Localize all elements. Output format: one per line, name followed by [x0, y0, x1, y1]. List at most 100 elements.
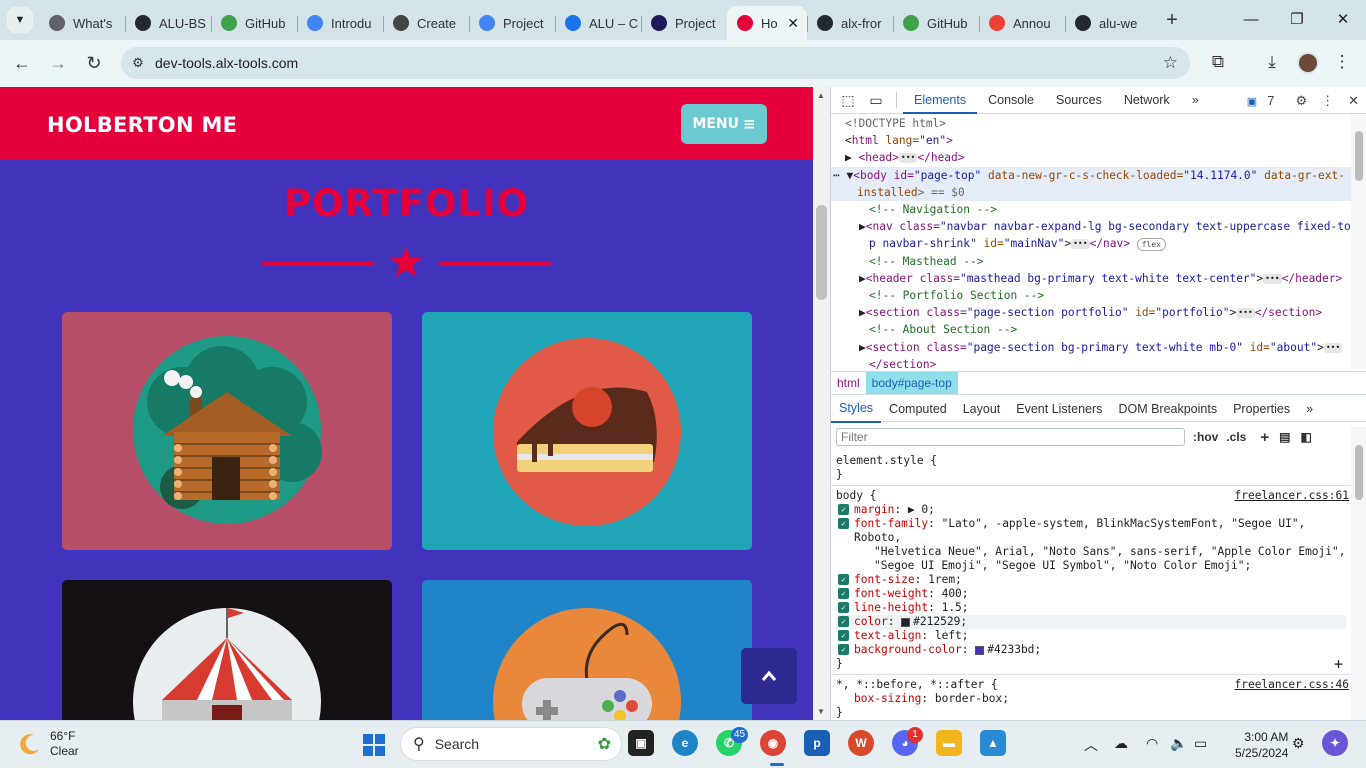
- checkbox-checked-icon[interactable]: ✓: [838, 630, 849, 641]
- body-style-rule[interactable]: body { freelancer.css:61 ✓ margin: ▶ 0; ✓ f…: [831, 486, 1351, 675]
- cls-toggle[interactable]: .cls: [1226, 430, 1246, 444]
- reload-icon[interactable]: ↻: [76, 53, 112, 74]
- css-property[interactable]: ✓ line-height: 1.5;: [836, 601, 1346, 615]
- close-tab-icon[interactable]: ✕: [787, 15, 799, 32]
- copilot-icon[interactable]: ✦: [1322, 730, 1348, 756]
- new-style-rule-icon[interactable]: +: [1260, 429, 1269, 446]
- browser-tab[interactable]: Introdu: [297, 6, 383, 40]
- browser-tab[interactable]: Project: [469, 6, 555, 40]
- portfolio-item-circus[interactable]: [62, 580, 392, 720]
- browser-tab[interactable]: alx-fror: [807, 6, 893, 40]
- devtools-tab-console[interactable]: Console: [977, 87, 1045, 114]
- expand-arrow-icon[interactable]: ▶: [859, 306, 866, 319]
- checkbox-checked-icon[interactable]: ✓: [838, 644, 849, 655]
- chrome-icon[interactable]: ◉: [760, 730, 786, 756]
- subtab-dom-breakpoints[interactable]: DOM Breakpoints: [1110, 397, 1225, 422]
- subtab-computed[interactable]: Computed: [881, 397, 955, 422]
- css-property[interactable]: box-sizing: border-box;: [836, 692, 1346, 706]
- checkbox-checked-icon[interactable]: ✓: [838, 518, 849, 529]
- photos-icon[interactable]: ▲: [980, 730, 1006, 756]
- css-property[interactable]: ✓ font-family: "Lato", -apple-system, Bli…: [836, 517, 1346, 545]
- dom-node[interactable]: <!-- Navigation -->: [831, 201, 1351, 218]
- subtab-event-listeners[interactable]: Event Listeners: [1008, 397, 1110, 422]
- settings-gear-icon[interactable]: ⚙: [1295, 93, 1307, 109]
- subtab-styles[interactable]: Styles: [831, 396, 882, 423]
- devtools-menu-icon[interactable]: ⋮: [1321, 93, 1334, 109]
- issues-counter[interactable]: ▣ 7: [1247, 93, 1282, 108]
- browser-tab[interactable]: GitHub: [211, 6, 297, 40]
- tab-search-button[interactable]: ▼: [7, 7, 33, 33]
- profile-avatar[interactable]: [1297, 52, 1319, 74]
- css-property[interactable]: ✓ font-size: 1rem;: [836, 573, 1346, 587]
- universal-style-rule[interactable]: *, *::before, *::after { freelancer.css:…: [831, 675, 1351, 720]
- sidebar-toggle-icon[interactable]: ◧: [1300, 430, 1311, 444]
- css-property[interactable]: "Segoe UI Emoji", "Segoe UI Symbol", "No…: [836, 559, 1346, 573]
- dom-scrollbar[interactable]: [1351, 115, 1366, 369]
- styles-scrollbar-thumb[interactable]: [1355, 445, 1363, 500]
- show-hidden-icons-icon[interactable]: ︿: [1084, 735, 1098, 755]
- forward-icon[interactable]: →: [40, 53, 76, 74]
- add-property-icon[interactable]: +: [1334, 657, 1343, 672]
- windows-start-icon[interactable]: [362, 733, 386, 757]
- ellipsis-badge[interactable]: •••: [1236, 308, 1255, 319]
- hov-toggle[interactable]: :hov: [1193, 430, 1218, 444]
- browser-tab[interactable]: Create: [383, 6, 469, 40]
- css-property[interactable]: ✓ margin: ▶ 0;: [836, 503, 1346, 517]
- expand-arrow-icon[interactable]: ▶: [859, 272, 866, 285]
- dom-node[interactable]: ▶<header class="masthead bg-primary text…: [831, 270, 1351, 287]
- computed-styles-toggle-icon[interactable]: ▤: [1279, 430, 1290, 444]
- css-property[interactable]: "Helvetica Neue", Arial, "Noto Sans", sa…: [836, 545, 1346, 559]
- more-subtabs-icon[interactable]: »: [1298, 397, 1321, 422]
- minimize-icon[interactable]: —: [1228, 0, 1274, 40]
- checkbox-checked-icon[interactable]: ✓: [838, 588, 849, 599]
- css-property[interactable]: ✓ color: #212529;: [836, 615, 1346, 629]
- portfolio-item-game[interactable]: [422, 580, 752, 720]
- dom-node[interactable]: ▶ <head> ••• </head>: [831, 149, 1351, 166]
- checkbox-checked-icon[interactable]: ✓: [838, 602, 849, 613]
- site-brand[interactable]: HOLBERTON ME: [47, 113, 237, 137]
- devtools-tab-network[interactable]: Network: [1113, 87, 1181, 114]
- restore-icon[interactable]: ❐: [1274, 0, 1320, 40]
- dom-node[interactable]: <!DOCTYPE html>: [831, 115, 1351, 132]
- wifi-icon[interactable]: ◠: [1146, 735, 1158, 752]
- ellipsis-badge[interactable]: •••: [1323, 342, 1343, 353]
- expand-arrow-icon[interactable]: ▶: [859, 220, 866, 233]
- breadcrumb-item[interactable]: body#page-top: [865, 372, 958, 394]
- onedrive-cloud-icon[interactable]: ☁: [1114, 735, 1128, 752]
- inspect-element-icon[interactable]: ⬚: [834, 92, 862, 109]
- site-info-icon[interactable]: ⚙: [121, 55, 155, 71]
- remote-desktop-icon[interactable]: p: [804, 730, 830, 756]
- browser-tab[interactable]: Ho ✕: [727, 6, 807, 40]
- dom-node[interactable]: ▶<section class="page-section bg-primary…: [831, 339, 1351, 356]
- expand-arrow-icon[interactable]: ▶: [859, 341, 866, 354]
- ellipsis-badge[interactable]: •••: [1071, 239, 1090, 250]
- battery-icon[interactable]: ▭: [1194, 735, 1207, 752]
- browser-tab[interactable]: ALU – C: [555, 6, 641, 40]
- dom-scrollbar-thumb[interactable]: [1355, 131, 1363, 181]
- browser-tab[interactable]: What's: [39, 6, 125, 40]
- close-devtools-icon[interactable]: ✕: [1348, 93, 1359, 109]
- styles-scrollbar[interactable]: [1351, 427, 1366, 720]
- color-swatch[interactable]: [975, 645, 985, 655]
- ellipsis-badge[interactable]: •••: [898, 153, 918, 164]
- element-style-rule[interactable]: element.style { }: [831, 451, 1351, 486]
- notification-icon[interactable]: ⚙: [1292, 735, 1305, 752]
- scroll-up-arrow[interactable]: ▲: [817, 91, 825, 100]
- browser-tab[interactable]: alu-we: [1065, 6, 1151, 40]
- styles-filter-input[interactable]: Filter: [836, 428, 1185, 446]
- close-window-icon[interactable]: ✕: [1320, 0, 1366, 40]
- new-tab-button[interactable]: +: [1157, 9, 1187, 32]
- checkbox-checked-icon[interactable]: ✓: [838, 504, 849, 515]
- more-menu-icon[interactable]: ⋮: [1330, 52, 1354, 72]
- devtools-tab-elements[interactable]: Elements: [903, 87, 978, 114]
- dom-node[interactable]: ⋯ ▼<body id="page-top" data-new-gr-c-s-c…: [831, 166, 1351, 184]
- page-scrollbar[interactable]: ▲ ▼: [813, 87, 830, 720]
- bookmark-star-icon[interactable]: ☆: [1163, 53, 1178, 73]
- address-bar[interactable]: ⚙ dev-tools.alx-tools.com ☆: [121, 47, 1190, 79]
- breadcrumb-item[interactable]: html: [831, 372, 866, 394]
- css-property[interactable]: ✓ font-weight: 400;: [836, 587, 1346, 601]
- browser-tab[interactable]: Annou: [979, 6, 1065, 40]
- more-tabs-icon[interactable]: »: [1181, 87, 1210, 114]
- dom-node[interactable]: installed> == $0: [831, 183, 1351, 202]
- edge-icon[interactable]: e: [672, 730, 698, 756]
